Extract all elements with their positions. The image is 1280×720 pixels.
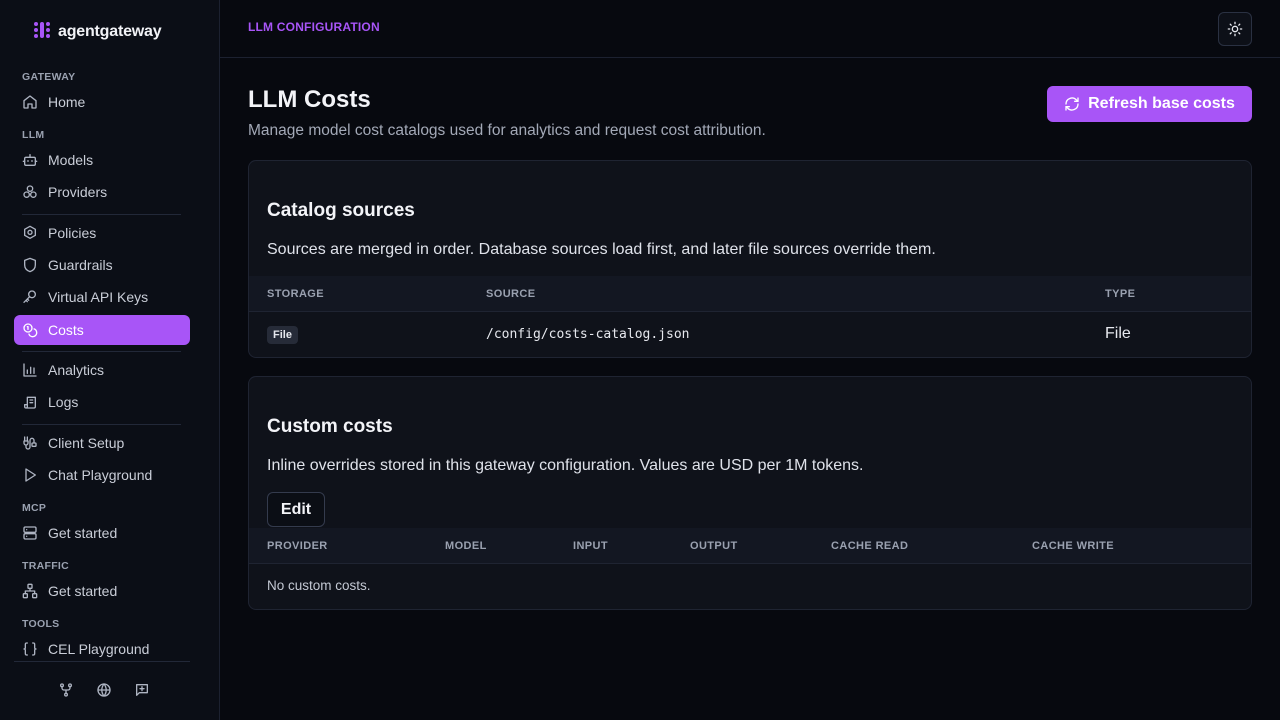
sidebar-item-providers[interactable]: Providers (14, 177, 190, 207)
catalog-sources-title: Catalog sources (267, 200, 415, 221)
home-icon (23, 95, 37, 109)
sidebar-item-label: Home (48, 94, 86, 110)
theme-toggle-button[interactable] (1218, 12, 1252, 46)
sidebar-item-analytics[interactable]: Analytics (14, 355, 190, 385)
column-header-input: INPUT (573, 540, 608, 552)
refresh-button-label: Refresh base costs (1088, 95, 1235, 112)
section-tools: TOOLS (22, 618, 60, 630)
column-header-storage: STORAGE (267, 288, 324, 300)
network-icon (22, 583, 38, 599)
sidebar-divider (22, 214, 181, 215)
sidebar-item-label: Costs (48, 322, 84, 338)
section-gateway: GATEWAY (22, 71, 76, 83)
source-type: File (1105, 325, 1131, 342)
page-subtitle: Manage model cost catalogs used for anal… (248, 122, 766, 139)
storage-badge: File (267, 326, 298, 344)
sidebar-footer-divider (14, 661, 190, 662)
cable-icon (23, 436, 37, 450)
sidebar-item-cel-playground[interactable]: CEL Playground (14, 634, 190, 664)
catalog-sources-card: Catalog sources Sources are merged in or… (248, 160, 1252, 358)
braces-icon (23, 642, 37, 656)
sidebar-item-label: Models (48, 152, 94, 168)
scroll-icon (24, 396, 36, 409)
custom-costs-table-header: PROVIDER MODEL INPUT OUTPUT CACHE READ C… (249, 528, 1251, 564)
section-mcp: MCP (22, 502, 47, 514)
column-header-cache-write: CACHE WRITE (1032, 540, 1115, 552)
breadcrumb[interactable]: LLM CONFIGURATION (248, 20, 380, 34)
column-header-output: OUTPUT (690, 540, 738, 552)
brand[interactable]: agentgateway (32, 20, 162, 45)
sidebar-divider (22, 424, 181, 425)
server-icon (23, 526, 37, 540)
catalog-sources-description: Sources are merged in order. Database so… (267, 241, 936, 258)
message-plus-icon[interactable] (132, 680, 152, 700)
key-icon (23, 290, 36, 303)
robot-icon (22, 154, 38, 166)
sidebar-item-label: Logs (48, 394, 79, 410)
column-header-type: TYPE (1105, 288, 1136, 300)
sidebar-item-costs[interactable]: Costs (14, 315, 190, 345)
catalog-table-header: STORAGE SOURCE TYPE (249, 276, 1251, 312)
sidebar-item-label: Providers (48, 184, 108, 200)
topbar: LLM CONFIGURATION (220, 0, 1280, 58)
custom-costs-card: Custom costs Inline overrides stored in … (248, 376, 1252, 610)
section-llm: LLM (22, 129, 45, 141)
sidebar-footer (56, 680, 152, 700)
empty-state-text: No custom costs. (267, 578, 371, 593)
column-header-source: SOURCE (486, 288, 536, 300)
page-title: LLM Costs (248, 86, 371, 113)
custom-costs-title: Custom costs (267, 416, 393, 437)
sidebar-item-policies[interactable]: Policies (14, 218, 190, 248)
sidebar-item-label: Policies (48, 225, 97, 241)
refresh-base-costs-button[interactable]: Refresh base costs (1047, 86, 1252, 122)
column-header-cache-read: CACHE READ (831, 540, 909, 552)
sidebar-item-guardrails[interactable]: Guardrails (14, 250, 190, 280)
agentgateway-logo-icon (32, 20, 52, 45)
column-header-model: MODEL (445, 540, 487, 552)
sidebar-item-label: Virtual API Keys (48, 289, 149, 305)
section-traffic: TRAFFIC (22, 560, 70, 572)
sidebar-item-label: Get started (48, 583, 118, 599)
sidebar-item-label: Guardrails (48, 257, 113, 273)
brand-name: agentgateway (58, 23, 162, 40)
shield-icon (24, 257, 36, 273)
sidebar-item-traffic-get-started[interactable]: Get started (14, 576, 190, 606)
column-header-provider: PROVIDER (267, 540, 328, 552)
refresh-icon (1065, 97, 1079, 111)
sidebar-item-virtual-api-keys[interactable]: Virtual API Keys (14, 282, 190, 312)
play-icon (25, 468, 36, 482)
coins-icon (23, 323, 38, 338)
sidebar-item-label: CEL Playground (48, 641, 150, 657)
sidebar-item-mcp-get-started[interactable]: Get started (14, 518, 190, 548)
edit-button[interactable]: Edit (267, 492, 325, 527)
sidebar-item-label: Client Setup (48, 435, 125, 451)
sidebar-item-models[interactable]: Models (14, 145, 190, 175)
sidebar-divider (22, 351, 181, 352)
sidebar-item-label: Chat Playground (48, 467, 153, 483)
sidebar-item-home[interactable]: Home (14, 87, 190, 117)
sidebar-item-label: Analytics (48, 362, 105, 378)
sidebar-item-logs[interactable]: Logs (14, 387, 190, 417)
source-path: /config/costs-catalog.json (486, 327, 690, 342)
custom-costs-description: Inline overrides stored in this gateway … (267, 457, 864, 474)
globe-icon[interactable] (94, 680, 114, 700)
providers-icon (23, 185, 37, 198)
sidebar: agentgateway GATEWAY Home LLM Models Pro… (0, 0, 220, 720)
git-fork-icon[interactable] (56, 680, 76, 700)
bar-chart-icon (23, 363, 37, 377)
sun-icon (1227, 21, 1243, 37)
sidebar-item-chat-playground[interactable]: Chat Playground (14, 460, 190, 490)
sidebar-item-label: Get started (48, 525, 118, 541)
policy-icon (24, 225, 36, 239)
sidebar-item-client-setup[interactable]: Client Setup (14, 428, 190, 458)
